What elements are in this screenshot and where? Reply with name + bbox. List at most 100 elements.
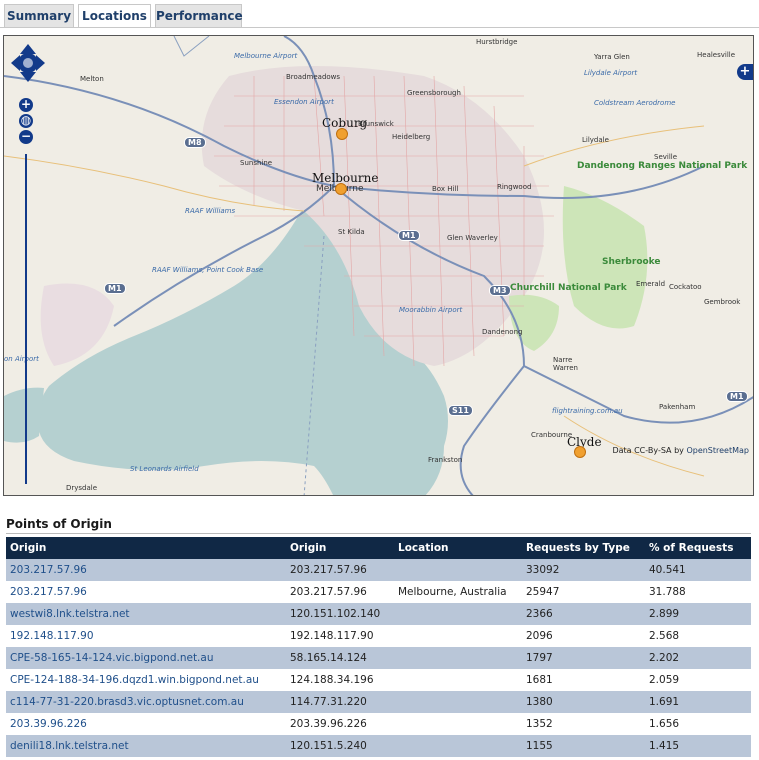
map-label-box-hill: Box Hill xyxy=(432,185,459,193)
map-label-healesville: Healesville xyxy=(697,51,736,59)
pan-down-icon xyxy=(20,72,36,82)
pan-left-icon xyxy=(11,55,20,71)
table-row: 203.217.57.96 203.217.57.96 33092 40.541 xyxy=(6,559,751,581)
openstreetmap-link[interactable]: OpenStreetMap xyxy=(686,446,749,455)
cell-requests: 33092 xyxy=(522,559,645,581)
map-label-dandenong-ranges: Dandenong Ranges National Park xyxy=(577,162,747,171)
map-label-churchill: Churchill National Park xyxy=(510,284,627,293)
cell-origin-ip: 192.148.117.90 xyxy=(286,625,394,647)
cell-requests: 1155 xyxy=(522,735,645,757)
cell-origin-host: 192.148.117.90 xyxy=(6,625,286,647)
section-title: Points of Origin xyxy=(6,517,112,531)
cell-percent: 1.415 xyxy=(645,735,751,757)
origin-link[interactable]: denili18.lnk.telstra.net xyxy=(10,740,129,752)
table-row: CPE-58-165-14-124.vic.bigpond.net.au 58.1… xyxy=(6,647,751,669)
map-label-lilydale-airport: Lilydale Airport xyxy=(584,69,638,77)
cell-requests: 1797 xyxy=(522,647,645,669)
map-label-dandenong: Dandenong xyxy=(482,328,523,336)
cell-origin-ip: 124.188.34.196 xyxy=(286,669,394,691)
cell-requests: 1352 xyxy=(522,713,645,735)
cell-origin-host: denili18.lnk.telstra.net xyxy=(6,735,286,757)
origin-link[interactable]: CPE-124-188-34-196.dqzd1.win.bigpond.net… xyxy=(10,674,259,686)
map-label-frankston: Frankston xyxy=(428,456,463,464)
map-label-drysdale: Drysdale xyxy=(66,484,98,492)
road-shield: M8 xyxy=(184,137,206,148)
tab-summary[interactable]: Summary xyxy=(4,4,74,27)
cell-origin-host: CPE-58-165-14-124.vic.bigpond.net.au xyxy=(6,647,286,669)
cell-origin-ip: 120.151.5.240 xyxy=(286,735,394,757)
cell-location xyxy=(394,735,522,757)
map-label-greensborough: Greensborough xyxy=(407,89,461,97)
cell-origin-host: 203.39.96.226 xyxy=(6,713,286,735)
cell-location xyxy=(394,603,522,625)
zoom-in-button[interactable]: + xyxy=(19,98,33,112)
cell-percent: 2.059 xyxy=(645,669,751,691)
column-header-location: Location xyxy=(394,537,522,559)
zoom-out-button[interactable]: − xyxy=(19,130,33,144)
location-pin-melbourne[interactable] xyxy=(335,183,347,195)
cell-location xyxy=(394,559,522,581)
tab-performance[interactable]: Performance xyxy=(155,4,243,27)
map-label-st-leonards: St Leonards Airfield xyxy=(130,465,199,473)
map-label-broadmeadows: Broadmeadows xyxy=(286,73,341,81)
origin-link[interactable]: CPE-58-165-14-124.vic.bigpond.net.au xyxy=(10,652,214,664)
cell-requests: 2366 xyxy=(522,603,645,625)
table-row: 203.217.57.96 203.217.57.96 Melbourne, Aus… xyxy=(6,581,751,603)
tab-bar: Summary Locations Performance xyxy=(0,0,759,28)
road-shield: S11 xyxy=(448,405,473,416)
location-pin-coburg[interactable] xyxy=(336,128,348,140)
cell-location: Melbourne, Australia xyxy=(394,581,522,603)
tab-divider xyxy=(0,27,759,28)
table-header-row: Origin Origin Location Requests by Type … xyxy=(6,537,751,559)
map-label-moorabbin: Moorabbin Airport xyxy=(399,306,463,314)
map-label-gembrook: Gembrook xyxy=(704,298,741,306)
map-label-heidelberg: Heidelberg xyxy=(392,133,431,141)
map-label-coldstream: Coldstream Aerodrome xyxy=(594,99,676,107)
column-header-percent: % of Requests xyxy=(645,537,751,559)
tab-locations[interactable]: Locations xyxy=(78,4,151,28)
location-pin-clyde[interactable] xyxy=(574,446,586,458)
layer-switcher-button[interactable]: + xyxy=(737,64,753,80)
cell-origin-ip: 114.77.31.220 xyxy=(286,691,394,713)
map-label-cranbourne: Cranbourne xyxy=(531,431,573,439)
cell-location xyxy=(394,647,522,669)
zoom-slider[interactable] xyxy=(25,154,27,484)
cell-origin-host: westwi8.lnk.telstra.net xyxy=(6,603,286,625)
cell-requests: 1380 xyxy=(522,691,645,713)
cell-location xyxy=(394,625,522,647)
table-row: CPE-124-188-34-196.dqzd1.win.bigpond.net… xyxy=(6,669,751,691)
cell-origin-ip: 58.165.14.124 xyxy=(286,647,394,669)
map-label-sherbrooke: Sherbrooke xyxy=(602,257,661,267)
map-label-lilydale: Lilydale xyxy=(582,136,609,144)
cell-origin-ip: 120.151.102.140 xyxy=(286,603,394,625)
cell-location xyxy=(394,713,522,735)
cell-origin-host: 203.217.57.96 xyxy=(6,581,286,603)
map-label-avalon-airport: on Airport xyxy=(4,355,39,363)
pan-right-icon xyxy=(36,55,45,71)
world-icon[interactable]: ◍ xyxy=(19,114,33,128)
map-label-narre-warren: Narre Warren xyxy=(553,356,578,372)
origin-link[interactable]: c114-77-31-220.brasd3.vic.optusnet.com.a… xyxy=(10,696,244,708)
road-shield: M1 xyxy=(726,391,748,402)
cell-location xyxy=(394,691,522,713)
attribution-text: Data CC-By-SA by xyxy=(612,446,684,455)
map-label-melbourne-airport: Melbourne Airport xyxy=(234,52,298,60)
cell-percent: 2.899 xyxy=(645,603,751,625)
origin-link[interactable]: 203.217.57.96 xyxy=(10,586,87,598)
cell-origin-host: 203.217.57.96 xyxy=(6,559,286,581)
cell-requests: 25947 xyxy=(522,581,645,603)
origin-map[interactable]: Hurstbridge Yarra Glen Healesville Melbo… xyxy=(3,35,754,496)
table-row: c114-77-31-220.brasd3.vic.optusnet.com.a… xyxy=(6,691,751,713)
origin-link[interactable]: westwi8.lnk.telstra.net xyxy=(10,608,130,620)
origin-link[interactable]: 192.148.117.90 xyxy=(10,630,94,642)
table-row: 192.148.117.90 192.148.117.90 2096 2.568 xyxy=(6,625,751,647)
map-label-raaf-point-cook: RAAF Williams, Point Cook Base xyxy=(152,266,264,274)
section-divider xyxy=(6,533,751,534)
origin-link[interactable]: 203.39.96.226 xyxy=(10,718,87,730)
cell-percent: 31.788 xyxy=(645,581,751,603)
map-label-brunswick: Brunswick xyxy=(358,120,394,128)
column-header-origin-ip: Origin xyxy=(286,537,394,559)
origin-link[interactable]: 203.217.57.96 xyxy=(10,564,87,576)
road-shield: M3 xyxy=(489,285,511,296)
pan-control[interactable] xyxy=(11,44,45,82)
